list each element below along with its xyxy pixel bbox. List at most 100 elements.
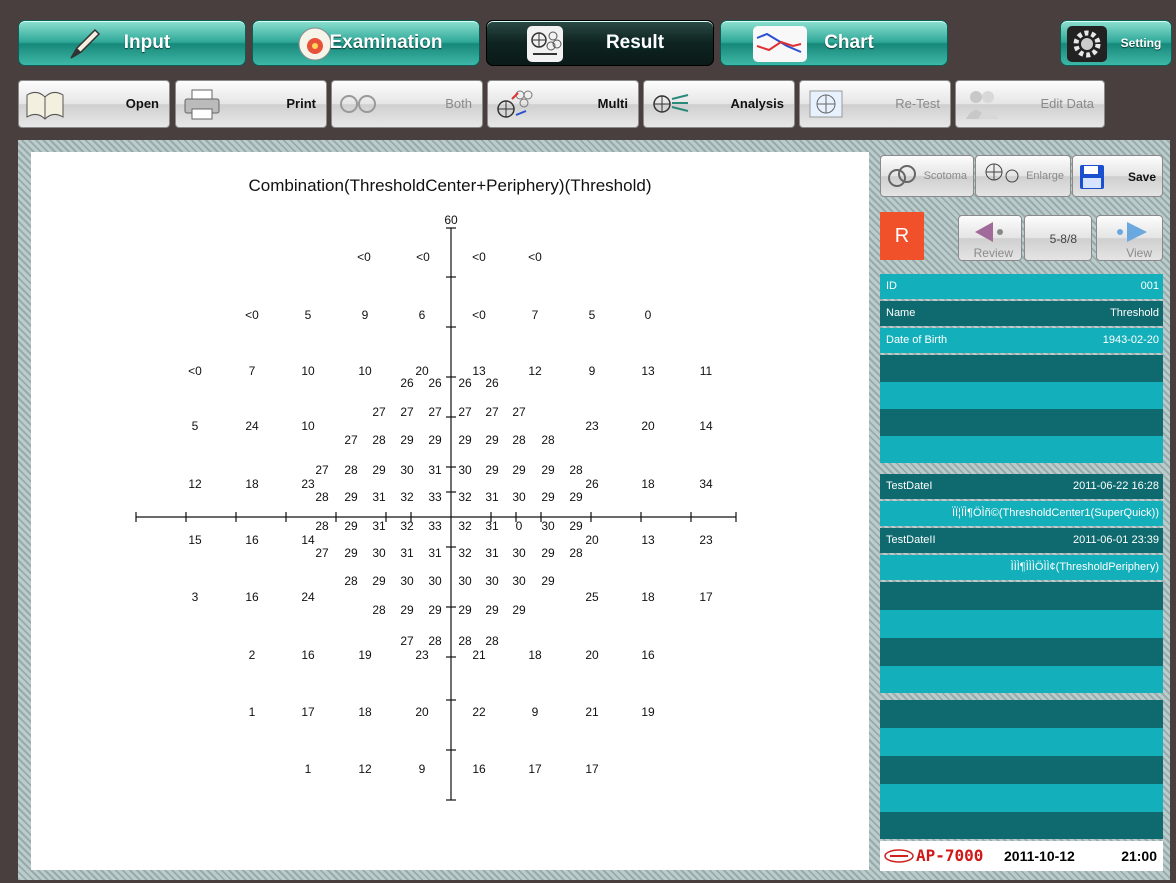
threshold-value: 12 bbox=[188, 477, 202, 491]
patient-dob-value: 1943-02-20 bbox=[1102, 334, 1159, 346]
patient-dob-row: Date of Birth 1943-02-20 bbox=[880, 328, 1163, 353]
enlarge-button[interactable]: Enlarge bbox=[975, 155, 1071, 197]
view-button[interactable]: View bbox=[1096, 215, 1163, 261]
threshold-value: 26 bbox=[485, 376, 499, 390]
threshold-value: <0 bbox=[472, 308, 486, 322]
info-row-empty bbox=[880, 728, 1163, 756]
threshold-value: 30 bbox=[372, 546, 386, 560]
threshold-value: 31 bbox=[372, 490, 386, 504]
info-row-empty bbox=[880, 666, 1163, 693]
test-program-2: ÌÌÌ¶ÌÌÌÖÌÌ¢(ThresholdPeriphery) bbox=[1010, 561, 1159, 573]
threshold-value: 17 bbox=[528, 762, 542, 776]
info-row-empty bbox=[880, 582, 1163, 610]
threshold-value: 28 bbox=[372, 433, 386, 447]
kowa-logo-icon bbox=[884, 849, 914, 863]
patient-name-value: Threshold bbox=[1110, 307, 1159, 319]
threshold-value: 31 bbox=[428, 463, 442, 477]
threshold-value: 23 bbox=[699, 533, 713, 547]
threshold-value: 29 bbox=[541, 574, 555, 588]
patient-name-row: Name Threshold bbox=[880, 301, 1163, 326]
threshold-value: 0 bbox=[644, 308, 652, 322]
threshold-value: 28 bbox=[372, 603, 386, 617]
threshold-value: 27 bbox=[315, 546, 329, 560]
threshold-value: 29 bbox=[372, 463, 386, 477]
threshold-value: 30 bbox=[400, 574, 414, 588]
threshold-value: 32 bbox=[458, 546, 472, 560]
page-indicator: 5-8/8 bbox=[1024, 215, 1092, 261]
threshold-value: 18 bbox=[641, 477, 655, 491]
threshold-value: 7 bbox=[248, 364, 256, 378]
test-program-1-row: ÏÏ¦ÏÌ¶ÖÌñ©(ThresholdCenter1(SuperQuick)) bbox=[880, 501, 1163, 526]
threshold-value: 29 bbox=[400, 603, 414, 617]
threshold-value: 18 bbox=[528, 648, 542, 662]
info-row-empty bbox=[880, 784, 1163, 812]
threshold-value: <0 bbox=[357, 250, 371, 264]
info-row-empty bbox=[880, 610, 1163, 638]
info-row-empty bbox=[880, 812, 1163, 839]
scotoma-button[interactable]: Scotoma bbox=[880, 155, 974, 197]
threshold-value: 20 bbox=[585, 533, 599, 547]
threshold-value: 29 bbox=[344, 546, 358, 560]
threshold-value: 29 bbox=[512, 603, 526, 617]
threshold-value: 31 bbox=[400, 546, 414, 560]
threshold-value: 29 bbox=[428, 603, 442, 617]
threshold-value: 26 bbox=[585, 477, 599, 491]
threshold-value: 26 bbox=[458, 376, 472, 390]
review-button[interactable]: Review bbox=[958, 215, 1022, 261]
info-row-empty bbox=[880, 756, 1163, 784]
threshold-value: 5 bbox=[191, 419, 199, 433]
threshold-value: 20 bbox=[641, 419, 655, 433]
view-label: View bbox=[1126, 246, 1152, 260]
threshold-value: 11 bbox=[699, 364, 713, 378]
threshold-value: 29 bbox=[485, 603, 499, 617]
page-label: 5-8/8 bbox=[1049, 232, 1077, 246]
threshold-value: 1 bbox=[304, 762, 312, 776]
threshold-value: <0 bbox=[528, 250, 542, 264]
threshold-value: 27 bbox=[485, 405, 499, 419]
threshold-value: 19 bbox=[641, 705, 655, 719]
patient-id-value: 001 bbox=[1140, 280, 1159, 292]
threshold-value: 29 bbox=[569, 519, 583, 533]
threshold-value: 27 bbox=[400, 634, 414, 648]
threshold-value: 29 bbox=[372, 574, 386, 588]
threshold-value: 18 bbox=[641, 590, 655, 604]
threshold-value: 7 bbox=[531, 308, 539, 322]
threshold-value: 2 bbox=[248, 648, 256, 662]
threshold-value: 28 bbox=[315, 490, 329, 504]
threshold-value: 28 bbox=[315, 519, 329, 533]
threshold-value: 18 bbox=[245, 477, 259, 491]
threshold-value: 30 bbox=[400, 463, 414, 477]
threshold-value: 3 bbox=[191, 590, 199, 604]
threshold-value: 26 bbox=[400, 376, 414, 390]
threshold-value: 29 bbox=[344, 490, 358, 504]
arrow-left-icon bbox=[975, 222, 1003, 242]
threshold-value: 0 bbox=[515, 519, 523, 533]
threshold-value: 1 bbox=[248, 705, 256, 719]
threshold-value: 33 bbox=[428, 519, 442, 533]
threshold-value: 17 bbox=[301, 705, 315, 719]
threshold-value: <0 bbox=[416, 250, 430, 264]
threshold-value: 10 bbox=[358, 364, 372, 378]
threshold-value: 31 bbox=[372, 519, 386, 533]
threshold-value: 27 bbox=[400, 405, 414, 419]
threshold-value: 31 bbox=[485, 490, 499, 504]
threshold-value: 30 bbox=[458, 574, 472, 588]
info-row-empty bbox=[880, 700, 1163, 728]
threshold-value: 18 bbox=[358, 705, 372, 719]
threshold-value: 30 bbox=[512, 574, 526, 588]
threshold-value: 29 bbox=[541, 463, 555, 477]
threshold-value: 27 bbox=[315, 463, 329, 477]
threshold-value: 21 bbox=[585, 705, 599, 719]
enlarge-icon bbox=[985, 163, 1019, 183]
arrow-right-icon bbox=[1117, 222, 1147, 242]
threshold-value: 31 bbox=[485, 546, 499, 560]
threshold-value: 27 bbox=[458, 405, 472, 419]
threshold-value: 29 bbox=[512, 463, 526, 477]
threshold-value: 12 bbox=[358, 762, 372, 776]
threshold-value: 32 bbox=[458, 519, 472, 533]
threshold-value: 29 bbox=[485, 463, 499, 477]
threshold-value: 15 bbox=[188, 533, 202, 547]
save-button[interactable]: Save bbox=[1072, 155, 1163, 197]
threshold-value: 27 bbox=[372, 405, 386, 419]
floppy-disk-icon bbox=[1080, 165, 1104, 189]
